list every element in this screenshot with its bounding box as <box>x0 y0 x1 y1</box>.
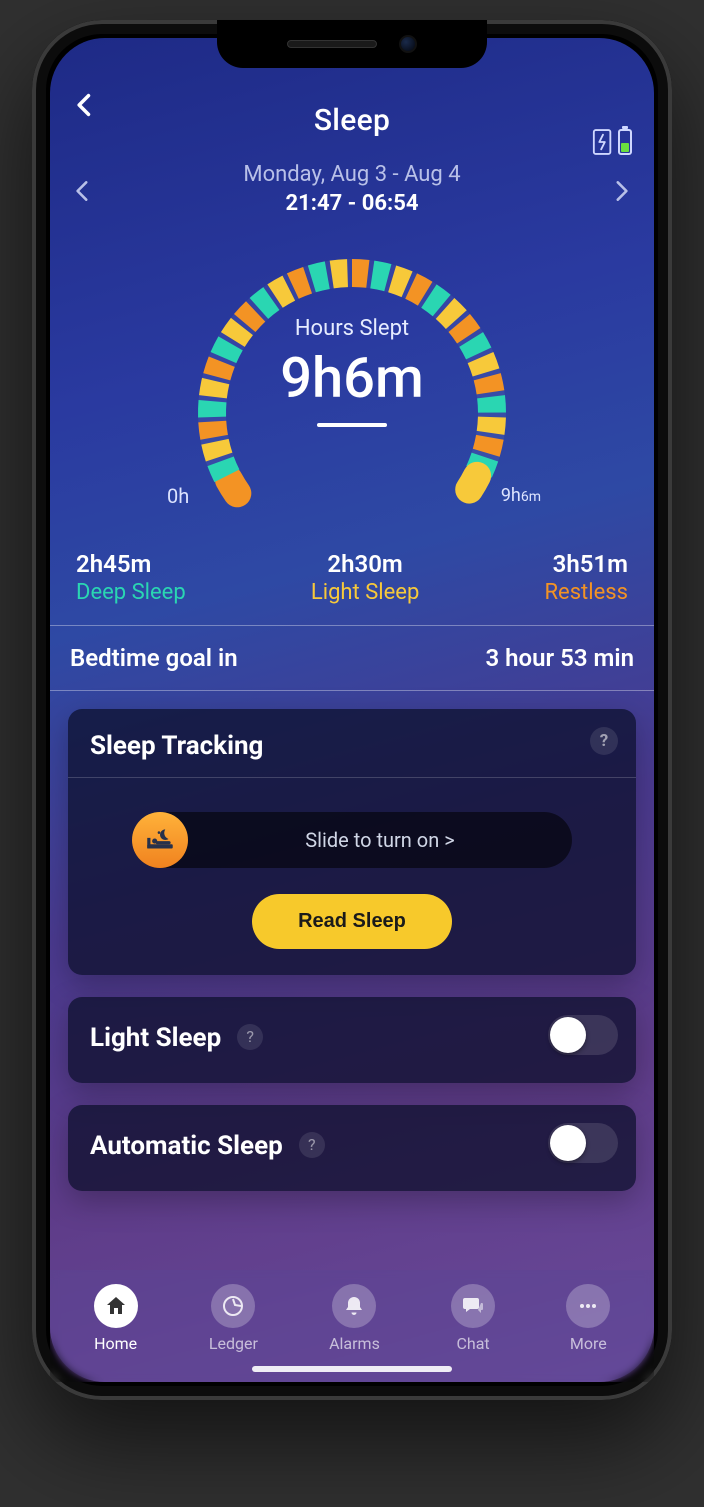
bedtime-goal-value: 3 hour 53 min <box>485 644 634 672</box>
next-day-button[interactable] <box>604 178 638 212</box>
tab-more[interactable]: More <box>566 1284 610 1353</box>
bedtime-goal-label: Bedtime goal in <box>70 644 238 672</box>
sleep-breakdown-row: 2h45m Deep Sleep 2h30m Light Sleep 3h51m… <box>50 532 654 625</box>
sleep-tracking-card: Sleep Tracking ? <box>68 709 636 975</box>
home-indicator[interactable] <box>252 1366 452 1372</box>
help-icon[interactable]: ? <box>237 1024 263 1050</box>
light-sleep-card: Light Sleep ? <box>68 997 636 1083</box>
bedtime-goal-row: Bedtime goal in 3 hour 53 min <box>50 626 654 690</box>
help-icon[interactable]: ? <box>299 1132 325 1158</box>
automatic-sleep-title: Automatic Sleep <box>90 1131 283 1161</box>
sleep-icon <box>132 812 188 868</box>
storage-icon <box>592 128 614 156</box>
automatic-sleep-card: Automatic Sleep ? <box>68 1105 636 1191</box>
deep-sleep-stat: 2h45m Deep Sleep <box>76 550 186 605</box>
phone-frame: Sleep Monday, Aug 3 - Aug 4 <box>32 20 672 1400</box>
gauge-value: 9h6m <box>137 345 567 411</box>
device-notch <box>217 20 487 68</box>
tab-home[interactable]: Home <box>94 1284 138 1353</box>
restless-stat: 3h51m Restless <box>544 550 628 605</box>
timespan-label: 21:47 - 06:54 <box>100 191 604 216</box>
tab-chat[interactable]: Chat <box>451 1284 495 1353</box>
status-icons <box>592 128 632 156</box>
gauge-end-label: 9h6m <box>501 485 541 506</box>
slide-to-turn-on[interactable]: Slide to turn on > <box>132 812 572 868</box>
battery-icon <box>618 129 632 155</box>
page-title: Sleep <box>314 103 390 138</box>
prev-day-button[interactable] <box>66 178 100 212</box>
read-sleep-button[interactable]: Read Sleep <box>252 894 452 949</box>
tab-alarms[interactable]: Alarms <box>329 1284 380 1353</box>
light-sleep-title: Light Sleep <box>90 1023 221 1053</box>
date-range-row: Monday, Aug 3 - Aug 4 21:47 - 06:54 <box>50 162 654 216</box>
top-bar: Sleep <box>50 82 654 148</box>
tab-ledger[interactable]: Ledger <box>209 1284 258 1353</box>
gauge-label: Hours Slept <box>137 316 567 341</box>
automatic-sleep-toggle[interactable] <box>548 1123 618 1163</box>
sleep-gauge: Hours Slept 9h6m 0h 9h6m <box>137 228 567 528</box>
sleep-tracking-title: Sleep Tracking <box>90 731 614 761</box>
date-label: Monday, Aug 3 - Aug 4 <box>100 162 604 187</box>
slider-label: Slide to turn on > <box>188 828 572 852</box>
light-sleep-stat: 2h30m Light Sleep <box>311 550 419 605</box>
gauge-start-label: 0h <box>167 484 189 508</box>
help-icon[interactable]: ? <box>590 727 618 755</box>
light-sleep-toggle[interactable] <box>548 1015 618 1055</box>
back-button[interactable] <box>68 88 102 122</box>
